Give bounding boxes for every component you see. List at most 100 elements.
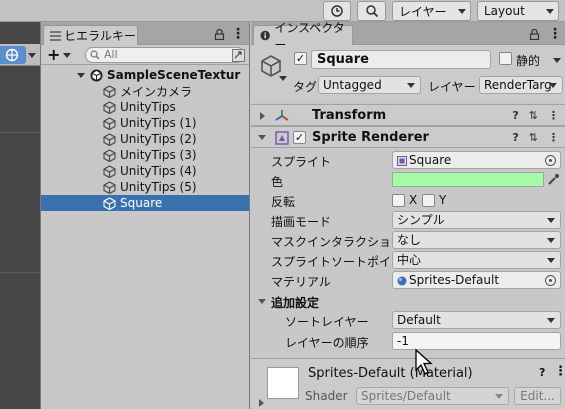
hierarchy-item-label: UnityTips (5) (120, 180, 197, 194)
chevron-down-icon[interactable] (258, 135, 266, 140)
layers-dropdown[interactable]: レイヤー (392, 1, 471, 21)
mask-interaction-label: マスクインタラクション (271, 235, 404, 249)
more-menu-icon[interactable]: ⋮ (554, 364, 565, 379)
sprite-label: スプライト (271, 155, 332, 169)
additional-settings-foldout[interactable]: 追加設定 (251, 291, 565, 311)
chevron-down-icon[interactable] (77, 72, 85, 78)
gizmo-button[interactable] (0, 46, 26, 64)
layout-dropdown[interactable]: Layout (477, 1, 559, 21)
chevron-right-icon[interactable] (260, 112, 265, 120)
tab-hierarchy[interactable]: ヒエラルキー (43, 25, 138, 45)
flip-x-label: X (409, 193, 418, 207)
gameobject-cube-icon (103, 148, 116, 162)
hierarchy-item[interactable]: UnityTips (2) (41, 131, 249, 147)
tag-dropdown[interactable]: Untagged (318, 76, 421, 94)
sprite-row: スプライト Square (251, 150, 565, 170)
chevron-down-icon[interactable] (553, 58, 561, 63)
add-icon[interactable]: + (47, 45, 60, 64)
inspector-panel: インスペクター ⋮ ✓ Square 静的 タグ Untagged レイヤー R… (251, 21, 565, 409)
scene-view-strip[interactable] (0, 22, 40, 409)
color-swatch[interactable] (392, 172, 544, 187)
gameobject-cube-icon (261, 55, 281, 77)
flip-y-checkbox[interactable] (422, 194, 435, 207)
eyedropper-icon[interactable] (547, 173, 560, 186)
edit-shader-button[interactable]: Edit... (514, 387, 561, 405)
list-icon (50, 30, 61, 41)
draw-mode-dropdown[interactable]: シンプル (392, 211, 561, 229)
gizmo-icon (5, 48, 19, 62)
mask-interaction-value: なし (397, 233, 422, 247)
preset-sliders-icon[interactable]: ⇅ (529, 131, 538, 144)
help-icon[interactable]: ? (512, 131, 518, 144)
chevron-down-icon[interactable] (63, 53, 71, 58)
hierarchy-item[interactable]: Square (41, 195, 249, 211)
flip-x-checkbox[interactable] (392, 194, 405, 207)
search-input[interactable]: All (85, 47, 245, 63)
sorting-layer-label: ソートレイヤー (285, 315, 369, 329)
chevron-down-icon (547, 258, 555, 263)
static-checkbox[interactable] (499, 52, 512, 65)
more-menu-icon[interactable]: ⋮ (548, 109, 559, 122)
shader-dropdown[interactable]: Sprites/Default (356, 387, 509, 405)
draw-mode-value: シンプル (397, 213, 445, 227)
chevron-down-icon[interactable] (279, 76, 287, 81)
scene-root-row[interactable]: SampleSceneTextur (41, 67, 249, 83)
sprite-renderer-enabled-checkbox[interactable]: ✓ (293, 131, 306, 144)
scene-filter-icon[interactable] (232, 49, 245, 62)
static-label: 静的 (516, 54, 541, 68)
lock-icon[interactable] (214, 29, 225, 40)
sprite-renderer-icon (275, 131, 289, 145)
chevron-right-icon[interactable] (259, 399, 264, 407)
tag-value: Untagged (323, 78, 382, 92)
object-picker-icon[interactable] (545, 155, 556, 166)
tab-inspector[interactable]: インスペクター (253, 21, 353, 52)
transform-component-header[interactable]: Transform ? ⇅ ⋮ (251, 104, 565, 126)
chevron-down-icon[interactable] (28, 53, 36, 58)
hierarchy-item[interactable]: UnityTips (5) (41, 179, 249, 195)
history-icon (331, 5, 343, 17)
chevron-down-icon (458, 8, 466, 14)
chevron-down-icon (547, 318, 555, 323)
info-icon (260, 30, 270, 41)
help-icon[interactable]: ? (512, 109, 518, 122)
hierarchy-item-label: メインカメラ (120, 84, 193, 99)
mouse-cursor-icon (415, 348, 433, 375)
hierarchy-item[interactable]: UnityTips (4) (41, 163, 249, 179)
preset-sliders-icon[interactable]: ⇅ (529, 109, 538, 122)
chevron-down-icon (407, 83, 415, 88)
sort-point-dropdown[interactable]: 中心 (392, 251, 561, 269)
mask-interaction-dropdown[interactable]: なし (392, 231, 561, 249)
component-header-icons: ? ⇅ ⋮ (512, 131, 559, 144)
sprite-renderer-component-header[interactable]: ✓ Sprite Renderer ? ⇅ ⋮ (251, 126, 565, 148)
chevron-down-icon (547, 218, 555, 223)
search-button[interactable] (357, 1, 386, 21)
sorting-layer-dropdown[interactable]: Default (392, 311, 561, 329)
hierarchy-item[interactable]: UnityTips (1) (41, 115, 249, 131)
hierarchy-item[interactable]: メインカメラ (41, 83, 249, 99)
gameobject-cube-icon (103, 84, 116, 98)
layer-dropdown[interactable]: RenderTarg (479, 76, 563, 94)
object-name-field[interactable]: Square (311, 50, 491, 69)
mask-interaction-row: マスクインタラクション なし (251, 230, 565, 250)
sprite-object-field[interactable]: Square (392, 151, 561, 169)
material-preview-section: Sprites-Default (Material) ? ⋮ Shader Sp… (251, 358, 565, 409)
draw-mode-label: 描画モード (271, 215, 332, 229)
material-object-field[interactable]: Sprites-Default (392, 271, 561, 289)
active-checkbox[interactable]: ✓ (294, 52, 307, 65)
lock-icon[interactable] (529, 29, 540, 40)
tag-label: タグ (293, 80, 318, 94)
hierarchy-item[interactable]: UnityTips (41, 99, 249, 115)
hierarchy-item-label: UnityTips (120, 100, 176, 114)
object-picker-icon[interactable] (545, 275, 556, 286)
help-icon[interactable]: ? (539, 366, 545, 379)
hierarchy-item-label: UnityTips (2) (120, 132, 197, 146)
layer-label: レイヤー (428, 80, 476, 94)
chevron-down-icon[interactable] (258, 299, 266, 304)
more-menu-icon[interactable]: ⋮ (231, 26, 245, 42)
material-thumbnail (267, 367, 299, 399)
hierarchy-toolbar: + All (41, 45, 249, 65)
hierarchy-item-label: Square (120, 196, 163, 210)
hierarchy-item[interactable]: UnityTips (3) (41, 147, 249, 163)
more-menu-icon[interactable]: ⋮ (548, 131, 559, 144)
more-menu-icon[interactable]: ⋮ (548, 26, 562, 42)
